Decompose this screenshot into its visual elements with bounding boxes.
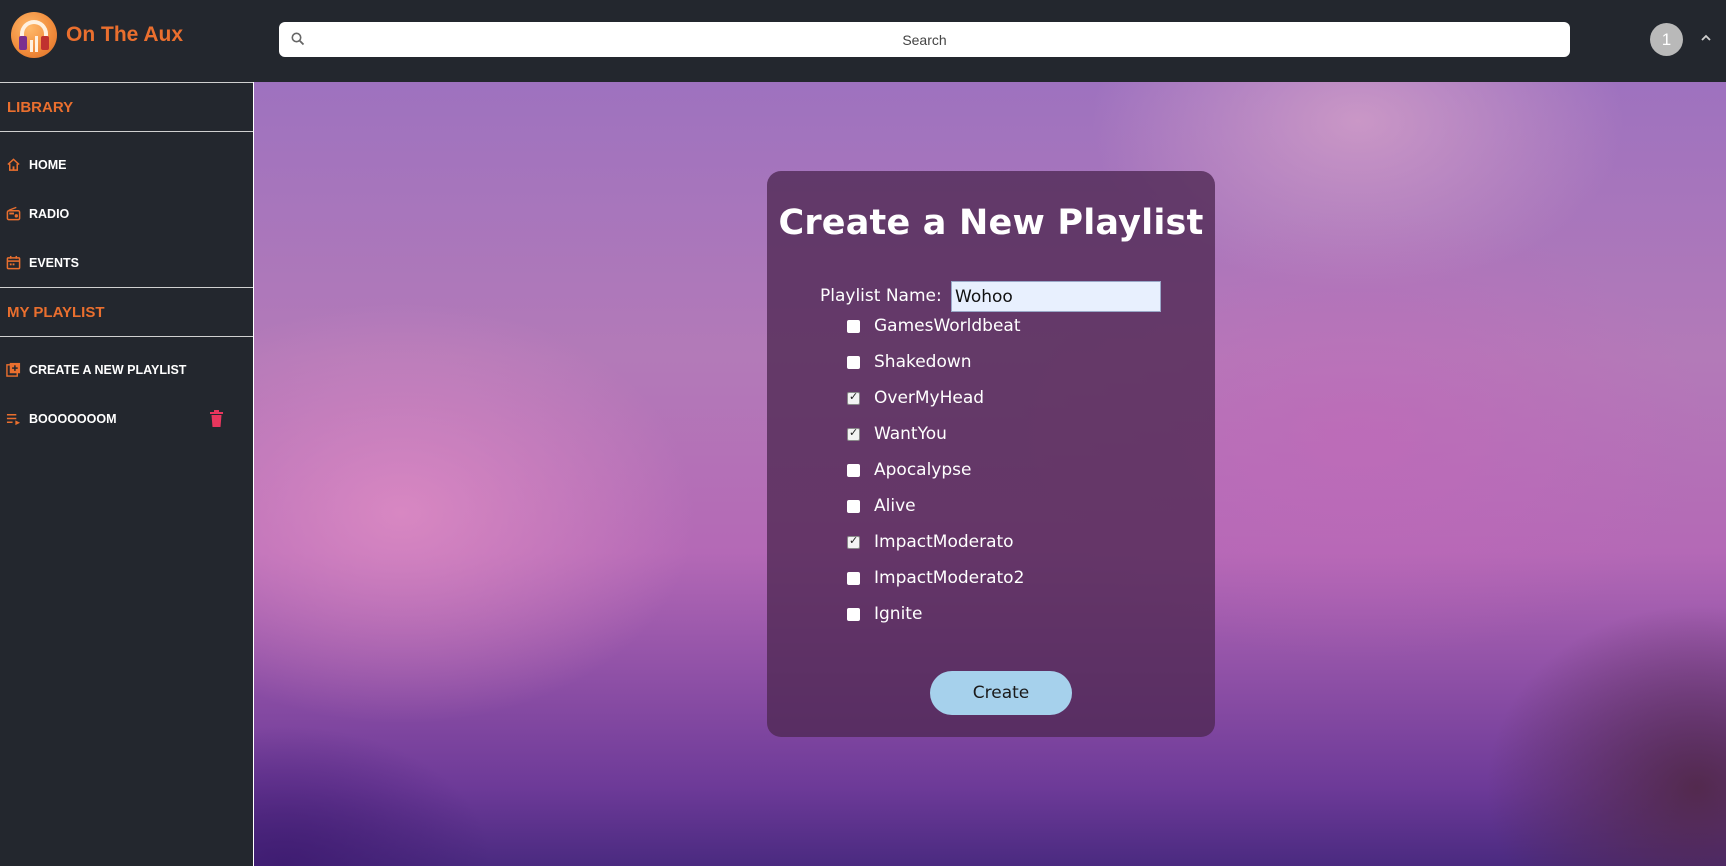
- song-checkbox[interactable]: [847, 463, 860, 477]
- radio-icon: [6, 206, 21, 221]
- search-bar[interactable]: [279, 22, 1570, 57]
- song-checkbox[interactable]: [847, 607, 860, 621]
- song-option[interactable]: ImpactModerato2: [847, 567, 1024, 589]
- sidebar-item-label: RADIO: [29, 206, 70, 221]
- app-title: On The Aux: [66, 23, 184, 46]
- app-logo[interactable]: On The Aux: [11, 12, 183, 58]
- home-icon: [7, 158, 20, 171]
- main-content: Create a New Playlist Playlist Name: Gam…: [254, 82, 1726, 866]
- song-option[interactable]: ImpactModerato: [847, 531, 1014, 553]
- sidebar-item-radio[interactable]: RADIO: [0, 189, 253, 238]
- sidebar-item-label: CREATE A NEW PLAYLIST: [29, 362, 187, 377]
- song-label: GamesWorldbeat: [874, 316, 1021, 336]
- playlist-name-label: Playlist Name:: [820, 286, 942, 306]
- song-label: Apocalypse: [874, 460, 972, 480]
- song-option[interactable]: Ignite: [847, 603, 922, 625]
- song-option[interactable]: Alive: [847, 495, 916, 517]
- add-playlist-icon: [6, 362, 21, 377]
- create-playlist-form: Create a New Playlist Playlist Name: Gam…: [767, 171, 1215, 737]
- playlist-name-field[interactable]: [951, 281, 1161, 312]
- song-checkbox[interactable]: [847, 534, 860, 549]
- sidebar: LIBRARY HOME RADIO EVENTS MY PLAYLIST CR…: [0, 82, 254, 866]
- calendar-icon: [6, 255, 21, 270]
- sidebar-item-label: EVENTS: [29, 255, 80, 270]
- song-label: ImpactModerato: [874, 532, 1014, 552]
- song-checkbox[interactable]: [847, 426, 860, 441]
- sidebar-item-events[interactable]: EVENTS: [0, 238, 253, 287]
- song-option[interactable]: OverMyHead: [847, 387, 984, 409]
- song-label: WantYou: [874, 424, 947, 444]
- form-title: Create a New Playlist: [778, 203, 1204, 243]
- song-checkbox[interactable]: [847, 571, 860, 585]
- top-bar: On The Aux 1: [0, 0, 1726, 82]
- song-option[interactable]: Shakedown: [847, 351, 972, 373]
- trash-icon[interactable]: [209, 410, 224, 427]
- playlist-icon: [6, 414, 21, 426]
- library-heading: LIBRARY: [0, 82, 253, 132]
- search-input[interactable]: [279, 22, 1570, 57]
- song-label: OverMyHead: [874, 388, 985, 408]
- headphones-logo-icon: [11, 12, 57, 58]
- song-label: ImpactModerato2: [874, 568, 1025, 588]
- song-option[interactable]: Apocalypse: [847, 459, 971, 481]
- song-checkbox[interactable]: [847, 390, 860, 405]
- song-label: Ignite: [874, 604, 923, 624]
- sidebar-item-label: BOOOOOOOM: [29, 411, 117, 426]
- create-button[interactable]: Create: [930, 671, 1072, 715]
- my-playlist-heading: MY PLAYLIST: [0, 287, 253, 337]
- sidebar-item-label: HOME: [29, 157, 67, 172]
- song-checkbox[interactable]: [847, 499, 860, 513]
- avatar[interactable]: 1: [1650, 23, 1683, 56]
- song-option[interactable]: GamesWorldbeat: [847, 315, 1021, 337]
- sidebar-item-playlist[interactable]: BOOOOOOOM: [0, 394, 253, 443]
- sidebar-item-create-playlist[interactable]: CREATE A NEW PLAYLIST: [0, 345, 253, 394]
- sidebar-item-home[interactable]: HOME: [0, 140, 253, 189]
- song-checkbox[interactable]: [847, 319, 860, 333]
- chevron-up-icon[interactable]: [1699, 31, 1713, 45]
- song-option[interactable]: WantYou: [847, 423, 947, 445]
- song-label: Alive: [874, 496, 916, 516]
- song-checkbox[interactable]: [847, 355, 860, 369]
- song-label: Shakedown: [874, 352, 972, 372]
